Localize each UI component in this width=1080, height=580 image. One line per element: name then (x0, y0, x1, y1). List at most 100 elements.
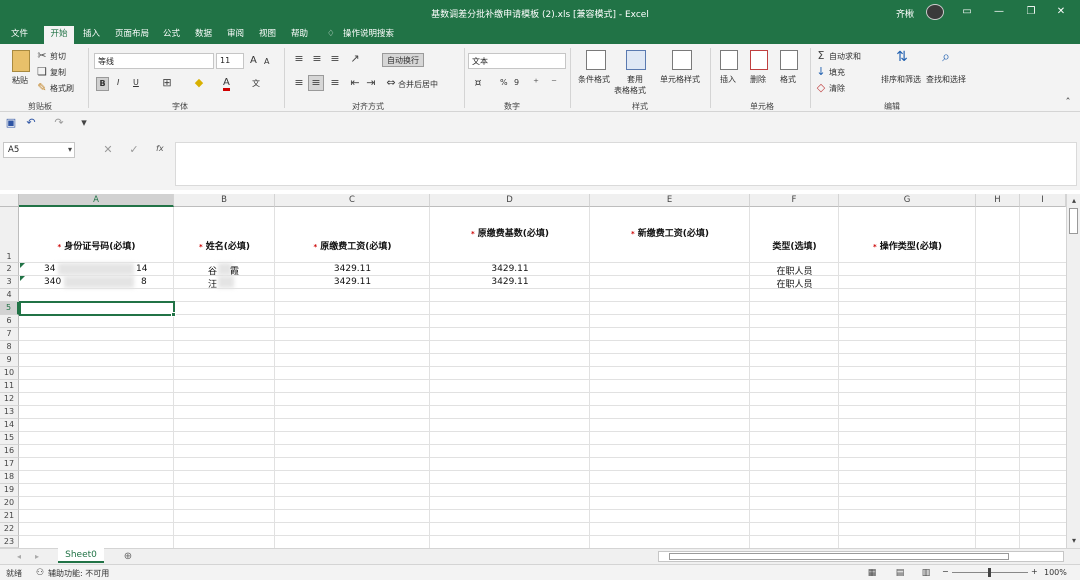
delete-cells-button[interactable]: 删除 (750, 74, 766, 85)
column-header[interactable]: C (275, 194, 430, 207)
zoom-in-button[interactable]: + (1031, 567, 1038, 576)
fill-handle[interactable] (171, 312, 176, 317)
header-cell-old-base[interactable]: * 原缴费基数(必填) (430, 226, 590, 239)
name-box[interactable]: A5 (3, 142, 75, 158)
merge-center-button[interactable]: 合并后居中 (398, 79, 438, 90)
worksheet-grid[interactable]: A B C D E F G H I 1 2 3 4 5 6 7 8 9 10 1… (0, 194, 1066, 548)
column-header[interactable]: D (430, 194, 590, 207)
name-cell-start[interactable]: 汪 (208, 277, 217, 290)
number-format-select[interactable]: 文本 (468, 53, 566, 69)
tab-home[interactable]: 开始 (44, 26, 74, 44)
comma-style-button[interactable]: 9 (514, 78, 519, 87)
shrink-font-button[interactable]: A (264, 57, 269, 66)
row-header[interactable]: 20 (0, 497, 19, 510)
old-salary-cell[interactable]: 3429.11 (275, 277, 430, 287)
format-cells-button[interactable]: 格式 (780, 74, 796, 85)
accessibility-icon[interactable]: ⚇ (34, 566, 46, 580)
decrease-indent-icon[interactable]: ⇤ (348, 76, 362, 90)
insert-cells-icon[interactable] (720, 50, 738, 70)
scroll-down-icon[interactable]: ▾ (1068, 534, 1080, 548)
redo-icon[interactable]: ↷ (52, 116, 66, 130)
name-box-dropdown-icon[interactable]: ▾ (66, 143, 74, 157)
row-header[interactable]: 10 (0, 367, 19, 380)
row-header[interactable]: 16 (0, 445, 19, 458)
row-header[interactable]: 8 (0, 341, 19, 354)
font-size-select[interactable]: 11 (216, 53, 244, 69)
decrease-decimal-icon[interactable]: ⁻ (546, 76, 562, 90)
column-header[interactable]: F (750, 194, 839, 207)
ribbon-display-icon[interactable]: ▭ (958, 4, 976, 20)
align-right-icon[interactable]: ≡ (328, 76, 342, 90)
row-header[interactable]: 17 (0, 458, 19, 471)
row-header[interactable]: 11 (0, 380, 19, 393)
phonetic-button[interactable]: 文 (252, 78, 260, 89)
align-center-icon[interactable]: ≡ (308, 75, 324, 91)
type-cell[interactable]: 在职人员 (750, 264, 839, 277)
name-cell-start[interactable]: 谷 (208, 264, 217, 277)
tab-help[interactable]: 帮助 (288, 26, 311, 44)
header-cell-type[interactable]: 类型(选填) (750, 239, 839, 252)
align-top-icon[interactable]: ≡ (292, 52, 306, 66)
row-header[interactable]: 2 (0, 263, 19, 276)
lightbulb-icon[interactable]: ♢ (324, 26, 338, 44)
bold-button[interactable]: B (96, 77, 109, 91)
next-sheet-icon[interactable]: ▸ (32, 550, 42, 564)
sheet-tab[interactable]: Sheet0 (58, 548, 104, 563)
row-header[interactable]: 19 (0, 484, 19, 497)
tab-review[interactable]: 审阅 (224, 26, 247, 44)
row-header[interactable]: 18 (0, 471, 19, 484)
clear-button[interactable]: 清除 (829, 83, 845, 94)
active-cell-selection[interactable] (19, 301, 175, 316)
cell-styles-button[interactable]: 单元格样式 (660, 74, 700, 85)
row-header[interactable]: 3 (0, 276, 19, 289)
error-indicator[interactable] (20, 276, 25, 281)
conditional-format-button[interactable]: 条件格式 (578, 74, 610, 85)
increase-decimal-icon[interactable]: ⁺ (528, 76, 544, 90)
row-header[interactable]: 15 (0, 432, 19, 445)
id-cell-start[interactable]: 340 (44, 277, 61, 287)
fill-icon[interactable]: ↓ (815, 65, 827, 79)
page-break-view-icon[interactable]: ▥ (920, 566, 932, 580)
page-layout-view-icon[interactable]: ▤ (894, 566, 906, 580)
find-select-icon[interactable]: ⌕ (936, 50, 956, 64)
header-cell-new-salary[interactable]: * 新缴费工资(必填) (590, 226, 750, 239)
row-header[interactable]: 13 (0, 406, 19, 419)
error-indicator[interactable] (20, 263, 25, 268)
tab-formulas[interactable]: 公式 (160, 26, 183, 44)
grow-font-button[interactable]: A (250, 55, 257, 66)
vertical-scrollbar[interactable]: ▴ ▾ (1066, 194, 1080, 548)
row-header[interactable]: 12 (0, 393, 19, 406)
row-header[interactable]: 23 (0, 536, 19, 548)
align-left-icon[interactable]: ≡ (292, 76, 306, 90)
old-base-cell[interactable]: 3429.11 (430, 277, 590, 287)
formula-input[interactable] (175, 142, 1077, 186)
paste-icon[interactable] (12, 50, 30, 72)
delete-cells-icon[interactable] (750, 50, 768, 70)
fill-color-icon[interactable]: ◆ (192, 76, 206, 90)
underline-button[interactable]: U (133, 78, 139, 87)
avatar[interactable] (926, 4, 944, 20)
sort-filter-icon[interactable]: ⇅ (892, 50, 912, 64)
undo-icon[interactable]: ↶ (24, 116, 38, 130)
percent-button[interactable]: % (500, 78, 508, 87)
tab-insert[interactable]: 插入 (80, 26, 103, 44)
row-header[interactable]: 21 (0, 510, 19, 523)
merge-icon[interactable]: ⇔ (384, 76, 398, 90)
header-cell-id[interactable]: * 身份证号码(必填) (19, 239, 174, 252)
column-header[interactable]: E (590, 194, 750, 207)
prev-sheet-icon[interactable]: ◂ (14, 550, 24, 564)
borders-icon[interactable]: ⊞ (160, 76, 174, 90)
font-name-select[interactable]: 等线 (94, 53, 214, 69)
row-header[interactable]: 7 (0, 328, 19, 341)
font-color-button[interactable]: A (223, 77, 230, 91)
row-header[interactable]: 22 (0, 523, 19, 536)
column-header[interactable]: G (839, 194, 976, 207)
paste-button[interactable]: 粘贴 (12, 75, 28, 86)
orientation-icon[interactable]: ↗ (348, 52, 362, 66)
column-header[interactable]: A (19, 194, 174, 207)
tab-data[interactable]: 数据 (192, 26, 215, 44)
cell-styles-icon[interactable] (672, 50, 692, 70)
currency-icon[interactable]: ¤ (470, 76, 486, 90)
cancel-entry-icon[interactable]: ✕ (102, 143, 114, 157)
scroll-thumb[interactable] (1069, 208, 1078, 234)
